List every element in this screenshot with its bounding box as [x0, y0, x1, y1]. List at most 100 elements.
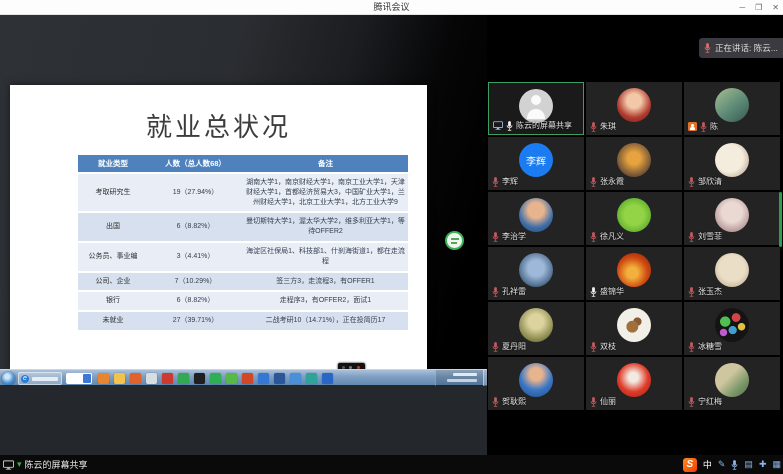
mic-muted-icon [700, 122, 707, 132]
app-icon [114, 373, 125, 384]
avatar [715, 143, 749, 177]
lang-mode-indicator[interactable]: 中 [703, 458, 712, 471]
video-tile[interactable]: 朱琪 [586, 82, 682, 135]
video-tile[interactable]: 张玉杰 [684, 247, 780, 300]
video-tile[interactable]: 宁红梅 [684, 357, 780, 410]
video-tile[interactable]: 邹欣清 [684, 137, 780, 190]
video-tile[interactable]: 贺耿熙 [488, 357, 584, 410]
shared-windows-taskbar: e [0, 369, 487, 385]
avatar [519, 253, 553, 287]
mic-muted-icon [590, 232, 597, 242]
grid-scrollbar[interactable] [779, 192, 782, 247]
video-tile[interactable]: 孔祥雷 [488, 247, 584, 300]
mic-muted-icon [492, 177, 499, 187]
mic-muted-icon [492, 287, 499, 297]
mic-muted-icon [688, 342, 695, 352]
video-tile[interactable]: 徐凡义 [586, 192, 682, 245]
window-title: 腾讯会议 [0, 0, 783, 15]
video-tile[interactable]: 双枝 [586, 302, 682, 355]
taskbar-system-tray [435, 370, 487, 386]
table-row: 未就业 27（39.71%） 二战考研10（14.71%），正在投简历17 [78, 311, 408, 331]
mic-muted-icon [590, 342, 597, 352]
taskbar-app-icons [98, 373, 333, 384]
close-button[interactable]: ✕ [772, 0, 779, 15]
share-arrow-icon: ▾ [17, 455, 22, 474]
app-icon [258, 373, 269, 384]
avatar [617, 253, 651, 287]
share-label: 陈云的屏幕共享 [25, 458, 88, 471]
video-tile[interactable]: 刘雪菲 [684, 192, 780, 245]
video-tile[interactable]: 张永霞 [586, 137, 682, 190]
participant-name: 陈云的屏幕共享 [516, 120, 572, 131]
screen-share-status: ▾ 陈云的屏幕共享 [3, 455, 88, 474]
col-header-note: 备注 [243, 155, 408, 173]
table-row: 考取研究生 19（27.94%） 湖南大学1，南京财经大学1，南京工业大学1，天… [78, 173, 408, 212]
table-row: 银行 6（8.82%） 走程序3，有OFFER2，面试1 [78, 291, 408, 311]
mic-icon [704, 43, 711, 53]
participant-name: 张永霞 [600, 176, 624, 187]
taskbar-search-box [66, 373, 92, 384]
browser-taskbar-button: e [18, 372, 62, 385]
sogou-logo-icon[interactable]: S [683, 458, 697, 472]
screen-share-icon [493, 121, 503, 130]
meeting-window: 腾讯会议 ─ ❐ ✕ 就业总状况 就业类型 人数（总人数68） 备注 考取研究生 [0, 0, 783, 474]
participant-name: 李治学 [502, 231, 526, 242]
title-bar: 腾讯会议 ─ ❐ ✕ [0, 0, 783, 15]
pen-icon[interactable]: ✎ [718, 455, 726, 474]
mic-muted-icon [590, 122, 597, 132]
avatar [715, 363, 749, 397]
table-row: 公务员、事业编 3（4.41%） 海淀区社保局1、科技部1、什刹海街道1，都在走… [78, 242, 408, 272]
app-icon [130, 373, 141, 384]
video-tile[interactable]: 夏丹阳 [488, 302, 584, 355]
minimize-button[interactable]: ─ [739, 0, 745, 15]
ie-icon: e [21, 375, 29, 383]
shared-screen-pane[interactable]: 就业总状况 就业类型 人数（总人数68） 备注 考取研究生 19（27.94%）… [0, 15, 487, 455]
mic-muted-icon [688, 177, 695, 187]
speaking-text: 正在讲话: 陈云... [715, 42, 778, 54]
participant-name: 邹欣清 [698, 176, 722, 187]
floating-assistant-icon [445, 231, 464, 250]
participant-name: 冰糖雪 [698, 341, 722, 352]
keyboard-icon[interactable]: ▤ [744, 455, 753, 474]
avatar [617, 308, 651, 342]
participant-name: 李辉 [502, 176, 518, 187]
avatar [715, 88, 749, 122]
avatar [617, 88, 651, 122]
video-tile[interactable]: 陈 [684, 82, 780, 135]
voice-input-icon[interactable] [731, 460, 738, 470]
participant-name: 双枝 [600, 341, 616, 352]
app-icon [178, 373, 189, 384]
video-tile[interactable]: 冰糖雪 [684, 302, 780, 355]
app-icon [226, 373, 237, 384]
avatar [617, 198, 651, 232]
maximize-button[interactable]: ❐ [755, 0, 762, 15]
app-icon [290, 373, 301, 384]
presentation-slide: 就业总状况 就业类型 人数（总人数68） 备注 考取研究生 19（27.94%）… [10, 85, 427, 370]
avatar [519, 89, 553, 123]
toolbox-icon[interactable]: ✚ [759, 455, 767, 474]
app-icon [274, 373, 285, 384]
app-icon [146, 373, 157, 384]
mic-muted-icon [492, 342, 499, 352]
avatar [519, 363, 553, 397]
participant-name: 刘雪菲 [698, 231, 722, 242]
video-tile-self-share[interactable]: 陈云的屏幕共享 [488, 82, 584, 135]
table-row: 出国 6（8.82%） 曼切斯特大学1，渥太华大学2，维多利亚大学1，等待OFF… [78, 212, 408, 242]
app-icon [162, 373, 173, 384]
col-header-count: 人数（总人数68） [148, 155, 243, 173]
avatar [715, 308, 749, 342]
video-tile[interactable]: 李治学 [488, 192, 584, 245]
mic-muted-icon [688, 232, 695, 242]
mic-muted-icon [492, 397, 499, 407]
participant-name: 宁红梅 [698, 396, 722, 407]
input-method-toolbar: S 中 ✎ ▤ ✚ ▦ [683, 455, 781, 474]
video-tile[interactable]: 李辉 李辉 [488, 137, 584, 190]
participant-name: 盛锦华 [600, 286, 624, 297]
participant-name: 徐凡义 [600, 231, 624, 242]
video-tile[interactable]: 盛锦华 [586, 247, 682, 300]
avatar [715, 253, 749, 287]
avatar [715, 198, 749, 232]
grid-icon[interactable]: ▦ [772, 455, 781, 474]
mic-muted-icon [688, 287, 695, 297]
video-tile[interactable]: 仙丽 [586, 357, 682, 410]
